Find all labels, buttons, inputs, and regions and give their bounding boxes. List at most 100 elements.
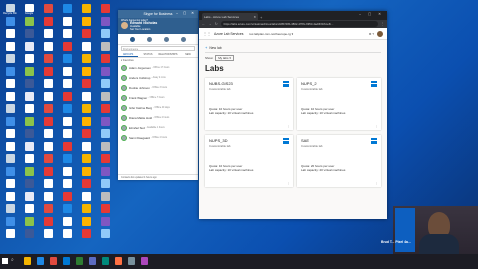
lab-card[interactable]: NUPS_2 Customizable lab Quota: 10 hours pe… [297, 77, 381, 130]
desktop-icon[interactable] [3, 116, 17, 128]
list-item[interactable]: Frank Wagner - Offline 7 hours [118, 93, 198, 103]
desktop-icon[interactable] [3, 91, 17, 103]
desktop-icon[interactable] [98, 179, 112, 190]
desktop-icon[interactable] [79, 4, 93, 15]
desktop-icon[interactable] [60, 229, 74, 240]
taskbar-app-icon[interactable] [89, 257, 96, 265]
taskbar-app-icon[interactable] [102, 257, 109, 265]
desktop-icon[interactable] [3, 141, 17, 153]
desktop-icon[interactable] [98, 229, 112, 240]
meetings-icon[interactable] [181, 36, 186, 42]
desktop-icon[interactable] [98, 29, 112, 40]
desktop-icon[interactable] [60, 4, 74, 15]
skype-titlebar[interactable]: Skype for Business – ▢ ✕ [118, 10, 198, 18]
more-options-icon[interactable]: ⋮ [375, 181, 378, 185]
desktop-icon[interactable] [60, 104, 74, 115]
desktop-icon[interactable] [41, 79, 55, 90]
desktop-icon[interactable] [60, 41, 74, 53]
desktop-icon[interactable] [79, 104, 93, 115]
desktop-icon[interactable] [22, 191, 36, 203]
tab-relationships[interactable]: RELATIONSHIPS [158, 52, 178, 57]
desktop-icon[interactable] [60, 154, 74, 165]
list-item[interactable]: Diana Mattie Hold - Offline 2 hours [118, 113, 198, 123]
desktop-icon[interactable] [60, 79, 74, 90]
desktop-icon[interactable] [79, 41, 93, 53]
desktop-icon[interactable] [79, 191, 93, 203]
desktop-icon[interactable] [22, 166, 36, 178]
desktop-icon[interactable] [22, 104, 36, 115]
taskbar-app-icon[interactable] [50, 257, 57, 265]
new-lab-button[interactable]: + New lab [205, 44, 381, 51]
desktop-icon[interactable] [41, 154, 55, 165]
taskbar-app-icon[interactable] [76, 257, 83, 265]
desktop-icon[interactable] [41, 104, 55, 115]
desktop-icon[interactable] [60, 191, 74, 203]
desktop-icon[interactable] [98, 4, 112, 15]
desktop-icon[interactable] [41, 216, 55, 228]
location-field[interactable]: Set Your Location [130, 28, 150, 31]
desktop-icon[interactable] [41, 29, 55, 40]
desktop-icon[interactable] [41, 179, 55, 190]
chat-icon[interactable] [147, 36, 152, 42]
desktop-icon[interactable] [3, 204, 17, 215]
desktop-icon[interactable] [79, 129, 93, 140]
refresh-icon[interactable]: ↻ [215, 22, 218, 26]
app-launcher-icon[interactable]: ⋮⋮ [203, 31, 211, 36]
desktop-icon[interactable] [22, 41, 36, 53]
taskbar-app-icon[interactable] [128, 257, 135, 265]
desktop-icon[interactable] [41, 54, 55, 65]
desktop-icon[interactable] [98, 154, 112, 165]
desktop-icon[interactable] [98, 91, 112, 103]
phone-icon[interactable] [164, 36, 169, 42]
taskbar-app-icon[interactable] [63, 257, 70, 265]
desktop-icon[interactable] [22, 79, 36, 90]
windows-start-icon[interactable] [2, 258, 8, 264]
desktop-icon[interactable] [60, 166, 74, 178]
desktop-icon[interactable] [41, 16, 55, 28]
desktop-icon[interactable] [98, 204, 112, 215]
desktop-icon[interactable] [41, 4, 55, 15]
desktop-icon[interactable] [41, 66, 55, 78]
desktop-icon[interactable] [22, 216, 36, 228]
list-item[interactable]: Doobie Johnson - Offline 3 hours [118, 83, 198, 93]
desktop-icon[interactable] [60, 129, 74, 140]
desktop-icon[interactable] [79, 141, 93, 153]
desktop-icon[interactable] [3, 79, 17, 90]
tab-groups[interactable]: GROUPS [118, 52, 138, 57]
desktop-icon[interactable] [41, 129, 55, 140]
desktop-icon[interactable] [60, 204, 74, 215]
desktop-icon[interactable] [41, 229, 55, 240]
close-tab-icon[interactable]: ✕ [253, 15, 256, 19]
desktop-icon[interactable] [79, 79, 93, 90]
desktop-icon[interactable] [60, 141, 74, 153]
desktop-icon[interactable] [98, 129, 112, 140]
desktop-icon[interactable] [22, 16, 36, 28]
window-controls-icon[interactable]: – ▢ ✕ [359, 12, 384, 16]
taskbar-app-icon[interactable] [37, 257, 44, 265]
desktop-icon[interactable]: Google [22, 4, 36, 15]
contact-search-input[interactable]: Find someone [121, 46, 195, 51]
settings-icon[interactable]: ⚙ ? [369, 32, 374, 36]
desktop-icon[interactable] [98, 66, 112, 78]
desktop-icon[interactable] [22, 66, 36, 78]
desktop-icon[interactable] [79, 91, 93, 103]
desktop-icon[interactable] [22, 129, 36, 140]
desktop-icon[interactable] [22, 29, 36, 40]
desktop-icon[interactable] [3, 41, 17, 53]
lab-card[interactable]: NUBS-GIS23 Customizable lab Quota: 10 hour… [205, 77, 293, 130]
taskbar-app-icon[interactable] [141, 257, 148, 265]
desktop-icon[interactable] [60, 91, 74, 103]
menu-icon[interactable]: ⋮ [381, 22, 384, 26]
desktop-icon[interactable] [3, 54, 17, 65]
desktop-icon[interactable] [60, 16, 74, 28]
avatar[interactable] [121, 22, 128, 29]
taskbar-app-icon[interactable] [24, 257, 31, 265]
desktop-icon[interactable] [3, 166, 17, 178]
desktop-icon[interactable] [41, 116, 55, 128]
desktop-icon[interactable] [41, 204, 55, 215]
desktop-icon[interactable] [41, 191, 55, 203]
lab-card[interactable]: SAE Customizable lab Quota: 20 hours per u… [297, 134, 381, 187]
desktop-icon[interactable] [60, 116, 74, 128]
contacts-icon[interactable] [130, 36, 135, 42]
desktop-icon[interactable] [3, 216, 17, 228]
